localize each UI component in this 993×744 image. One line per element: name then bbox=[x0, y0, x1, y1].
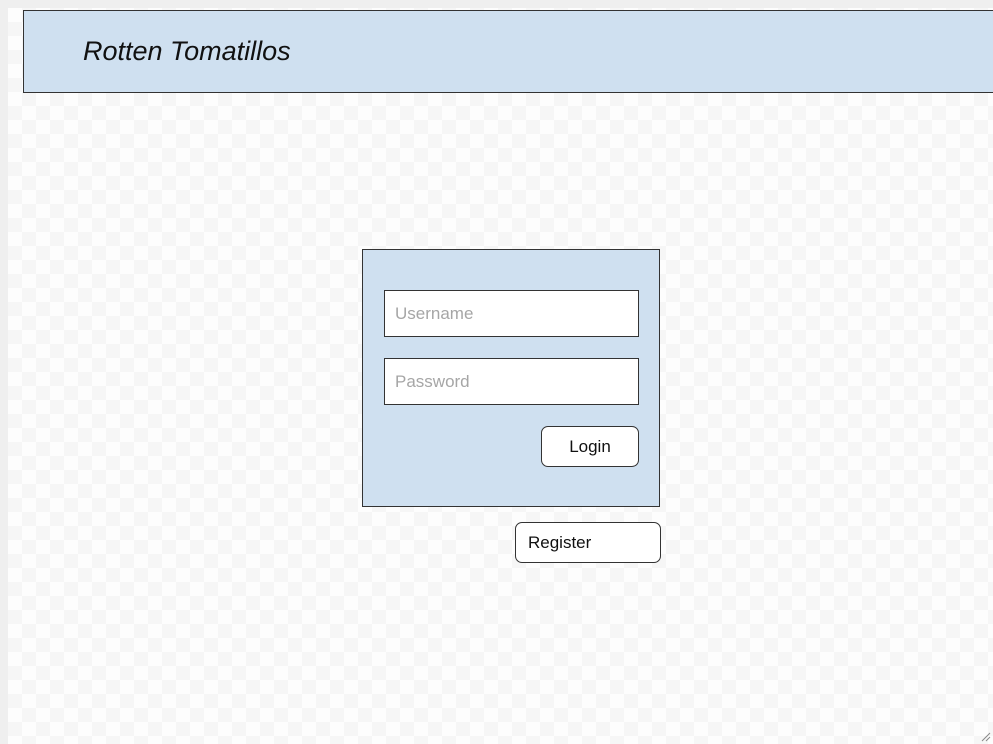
resize-grip-icon[interactable] bbox=[979, 730, 991, 742]
login-button[interactable]: Login bbox=[541, 426, 639, 467]
password-input[interactable] bbox=[384, 358, 639, 405]
site-title: Rotten Tomatillos bbox=[83, 36, 291, 66]
site-header: Rotten Tomatillos bbox=[23, 10, 993, 93]
username-input[interactable] bbox=[384, 290, 639, 337]
login-panel: Login bbox=[362, 249, 660, 507]
register-button[interactable]: Register bbox=[515, 522, 661, 563]
